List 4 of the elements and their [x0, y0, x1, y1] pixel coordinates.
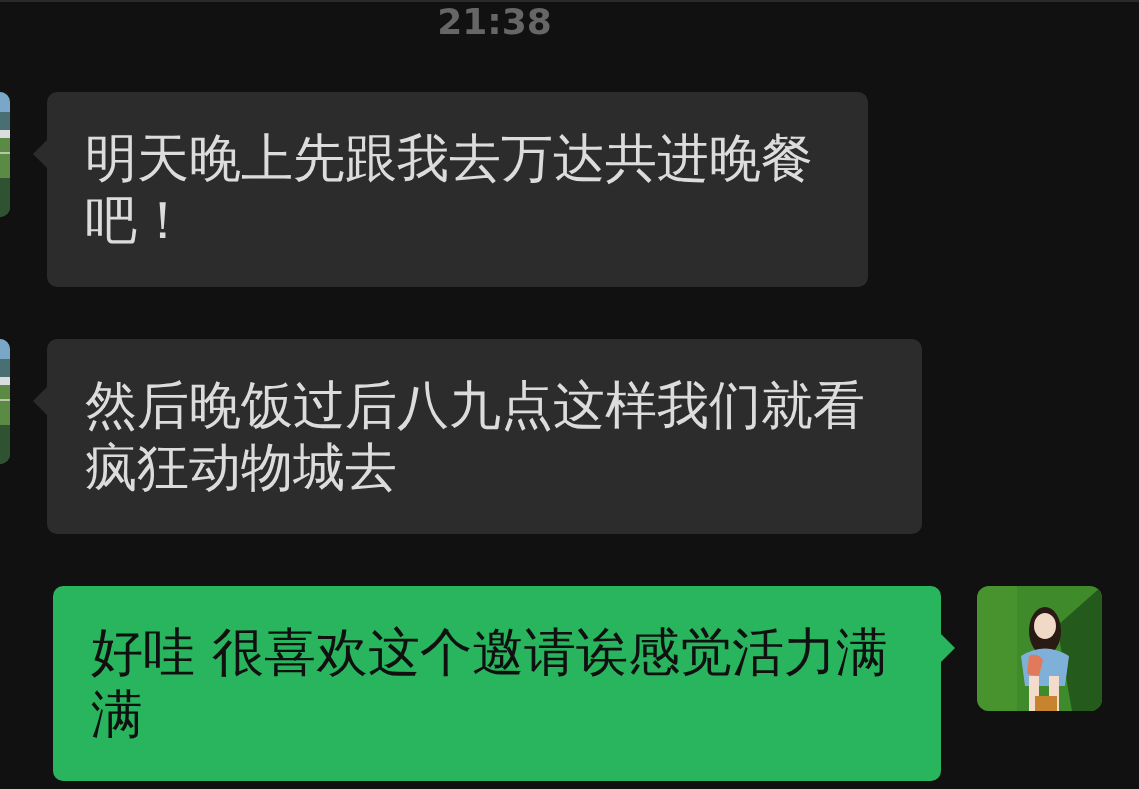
timestamp: 21:38: [437, 4, 552, 44]
bubble-tail: [33, 387, 47, 415]
bubble-tail: [33, 140, 47, 168]
bubble-tail: [941, 634, 955, 662]
